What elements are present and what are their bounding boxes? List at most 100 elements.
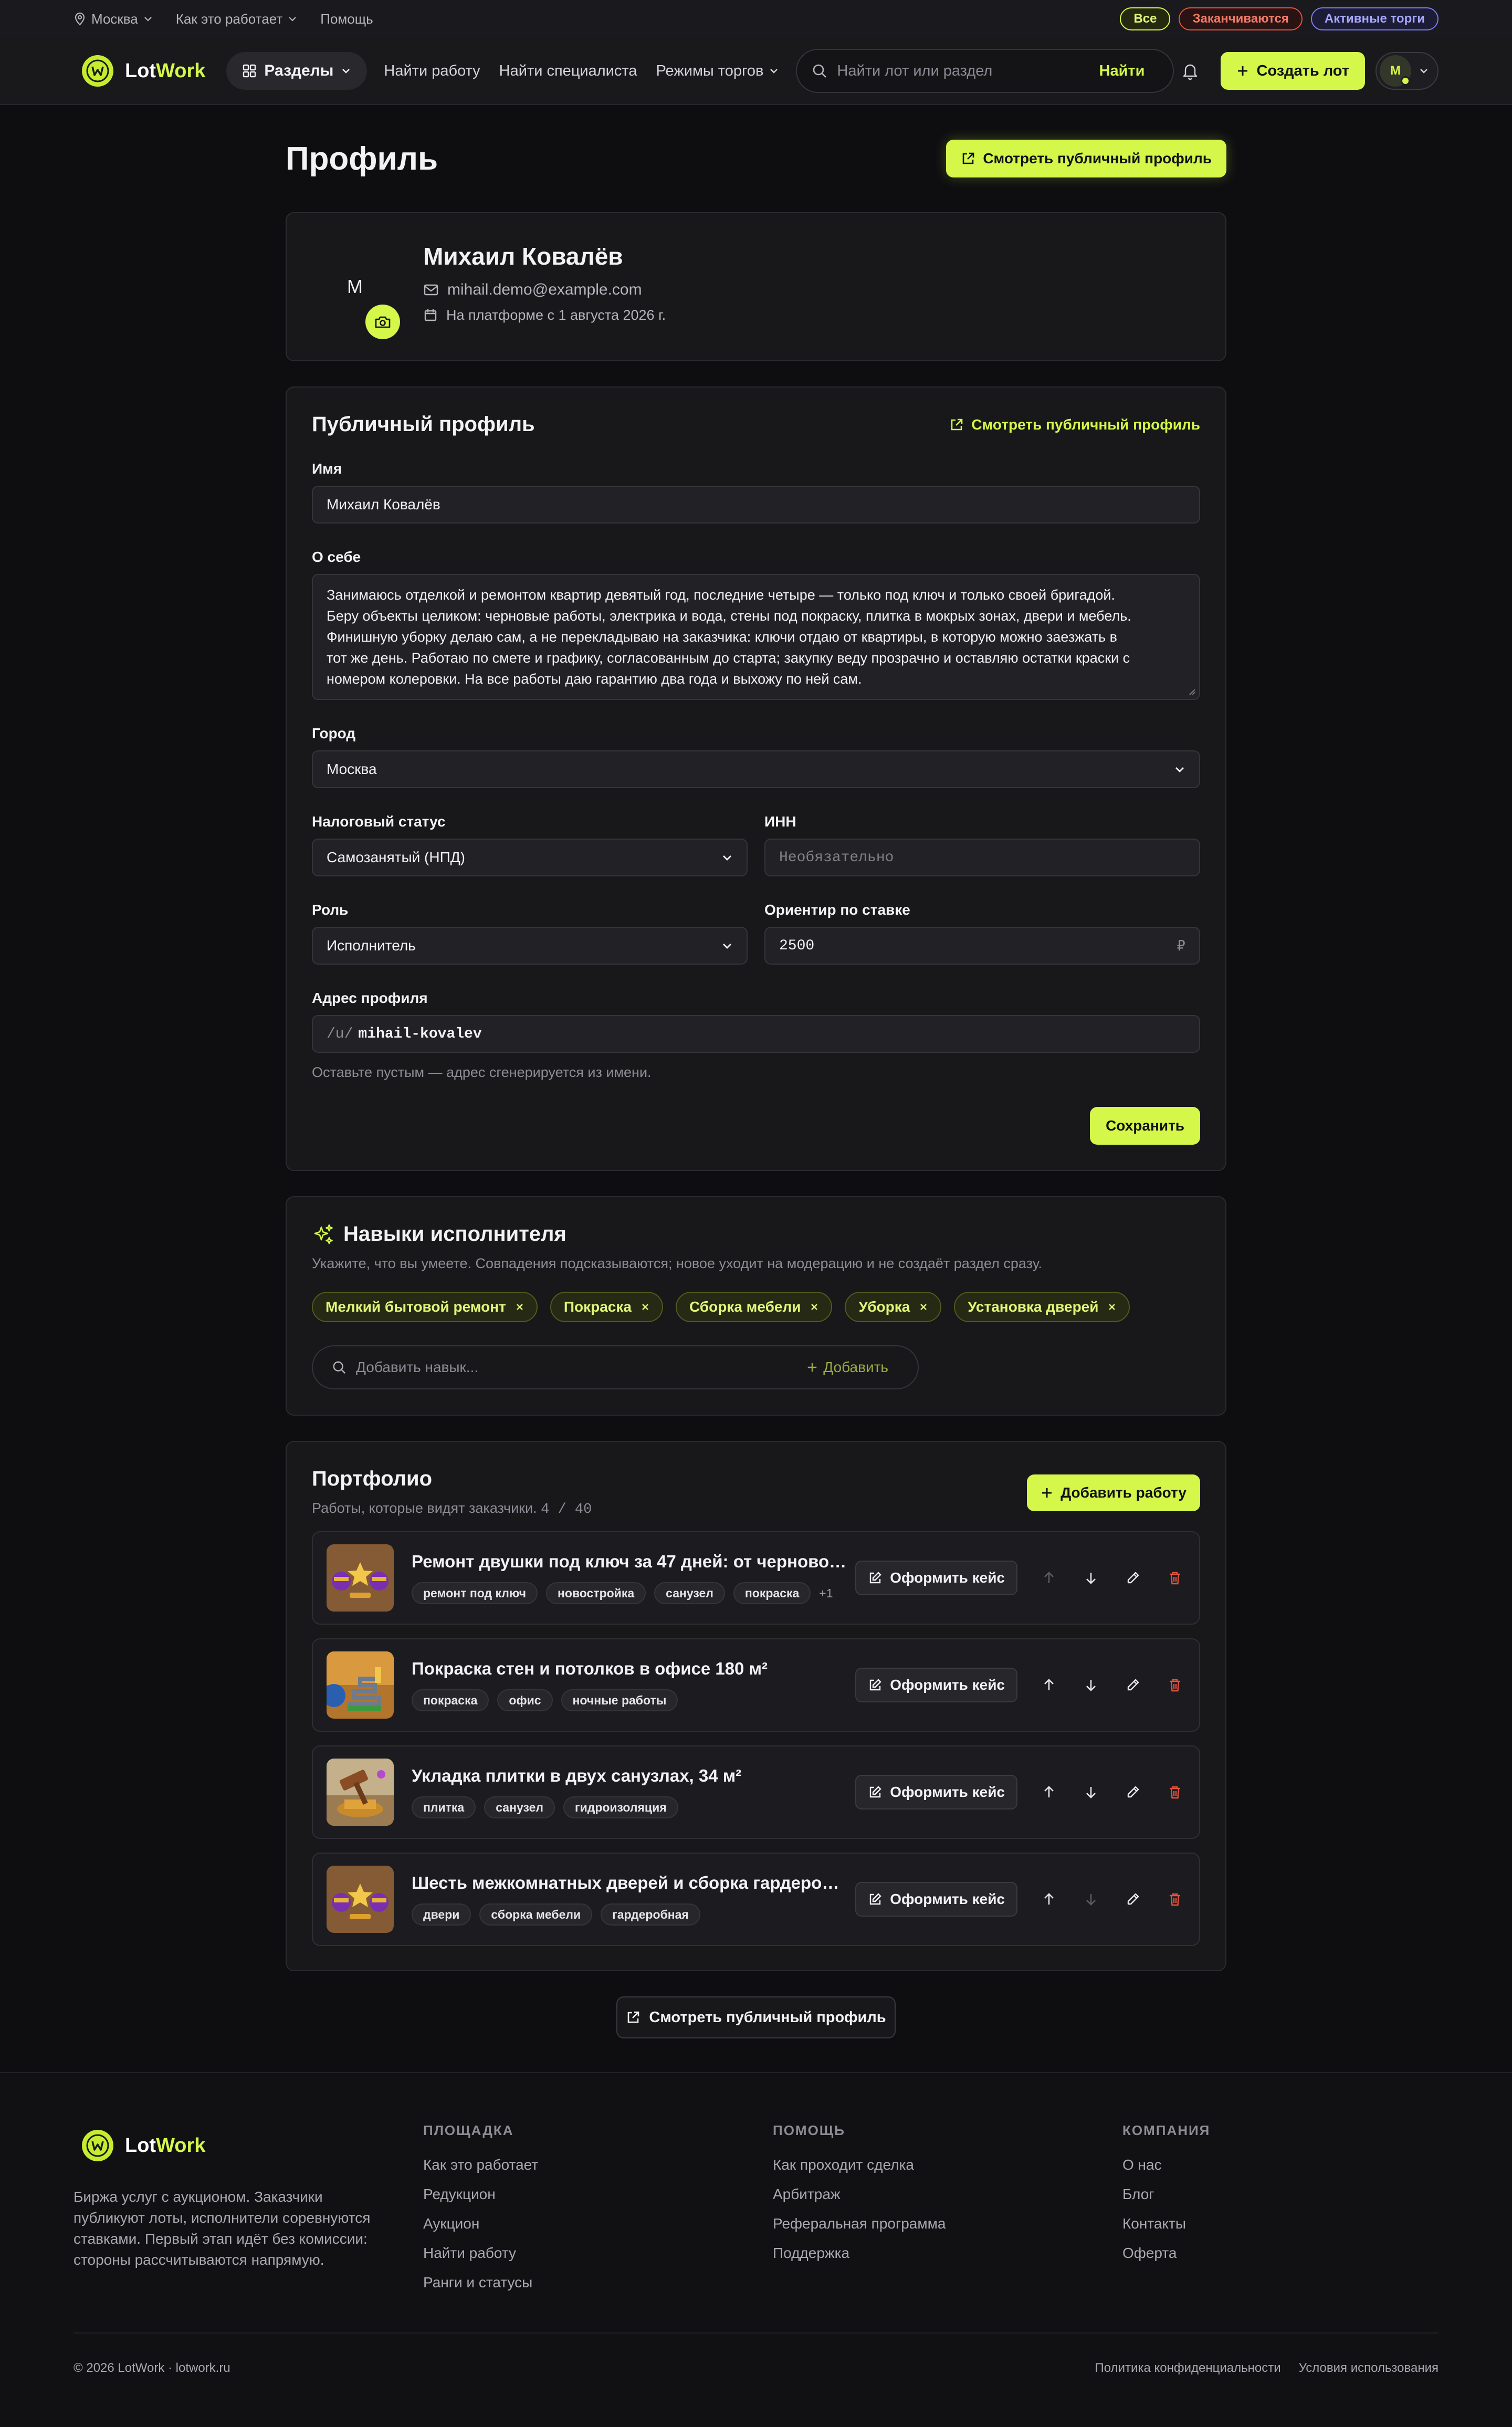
bottom-view-public-profile-button[interactable]: Смотреть публичный профиль [616, 1996, 896, 2038]
portfolio-card: Портфолио Работы, которые видят заказчик… [286, 1441, 1226, 1971]
how-it-works-menu[interactable]: Как это работает [176, 11, 297, 27]
portfolio-item[interactable]: Ремонт двушки под ключ за 47 дней: от че… [312, 1531, 1200, 1625]
footer-link[interactable]: Оферта [1122, 2245, 1210, 2274]
make-case-button[interactable]: Оформить кейс [855, 1882, 1017, 1917]
view-public-profile-button[interactable]: Смотреть публичный профиль [946, 140, 1226, 177]
trash-icon[interactable] [1168, 1892, 1182, 1907]
footer-link[interactable]: Поддержка [773, 2245, 946, 2274]
arrow-up-icon[interactable] [1042, 1892, 1056, 1907]
create-lot-button[interactable]: Создать лот [1221, 52, 1365, 90]
bell-icon[interactable] [1181, 61, 1200, 80]
work-tag: гардеробная [601, 1903, 700, 1926]
address-field[interactable]: /u/ mihail-kovalev [312, 1015, 1200, 1053]
skill-chip-label: Мелкий бытовой ремонт [326, 1299, 506, 1315]
portfolio-item[interactable]: Покраска стен и потолков в офисе 180 м² … [312, 1638, 1200, 1732]
nav-find-specialist[interactable]: Найти специалиста [499, 62, 637, 80]
pencil-icon[interactable] [1126, 1571, 1140, 1585]
footer-link[interactable]: Блог [1122, 2186, 1210, 2215]
privacy-link[interactable]: Политика конфиденциальности [1095, 2361, 1281, 2376]
footer-link[interactable]: Как проходит сделка [773, 2157, 946, 2186]
sections-button[interactable]: Разделы [226, 52, 368, 90]
work-tag: санузел [654, 1582, 725, 1604]
sparkles-icon [314, 1224, 333, 1244]
footer-col-platform: ПЛОЩАДКА Как это работает Редукцион Аукц… [423, 2122, 538, 2304]
arrow-up-icon[interactable] [1042, 1678, 1056, 1692]
add-work-button[interactable]: Добавить работу [1027, 1474, 1200, 1511]
arrow-down-icon[interactable] [1084, 1785, 1098, 1800]
chevron-down-icon [723, 944, 731, 949]
arrow-up-icon[interactable] [1042, 1571, 1056, 1585]
footer-link[interactable]: Как это работает [423, 2157, 538, 2186]
footer: LotWork Биржа услуг с аукционом. Заказчи… [0, 2072, 1512, 2427]
close-icon[interactable] [919, 1303, 928, 1311]
logo-mark-icon [82, 55, 113, 87]
about-textarea[interactable]: Занимаюсь отделкой и ремонтом квартир де… [312, 574, 1200, 700]
user-menu[interactable]: M [1376, 52, 1438, 90]
pencil-icon[interactable] [1126, 1892, 1140, 1907]
profile-avatar[interactable]: M [320, 252, 400, 339]
search-input[interactable]: Найти лот или раздел [837, 62, 1089, 80]
filter-all[interactable]: Все [1120, 7, 1171, 30]
arrow-up-icon[interactable] [1042, 1785, 1056, 1800]
work-title: Ремонт двушки под ключ за 47 дней: от че… [412, 1552, 849, 1571]
role-select[interactable]: Исполнитель [312, 927, 748, 965]
make-case-button[interactable]: Оформить кейс [855, 1668, 1017, 1702]
footer-link[interactable]: Контакты [1122, 2215, 1210, 2245]
filter-ending[interactable]: Заканчиваются [1179, 7, 1303, 30]
city-selector[interactable]: Москва [74, 11, 153, 27]
footer-link[interactable]: Найти работу [423, 2245, 538, 2274]
view-public-profile-link[interactable]: Смотреть публичный профиль [949, 416, 1200, 433]
city-select[interactable]: Москва [312, 750, 1200, 788]
footer-col-title: КОМПАНИЯ [1122, 2122, 1211, 2138]
filter-active[interactable]: Активные торги [1310, 7, 1438, 30]
arrow-down-icon[interactable] [1084, 1678, 1098, 1692]
nav-find-work[interactable]: Найти работу [384, 62, 480, 80]
close-icon[interactable] [641, 1303, 649, 1311]
more-tags-count: +1 [819, 1586, 833, 1600]
pencil-icon[interactable] [1126, 1678, 1140, 1692]
footer-link[interactable]: Редукцион [423, 2186, 538, 2215]
how-it-works-label: Как это работает [175, 11, 283, 27]
arrow-down-icon[interactable] [1084, 1571, 1098, 1585]
about-line: Занимаюсь отделкой и ремонтом квартир де… [327, 587, 1115, 603]
terms-link[interactable]: Условия использования [1299, 2361, 1438, 2376]
help-link[interactable]: Помощь [320, 11, 373, 27]
trash-icon[interactable] [1168, 1678, 1182, 1692]
footer-link[interactable]: Аукцион [423, 2215, 538, 2245]
save-button[interactable]: Сохранить [1090, 1107, 1200, 1145]
make-case-button[interactable]: Оформить кейс [855, 1775, 1017, 1809]
add-skill-button[interactable]: Добавить [806, 1359, 899, 1376]
currency-symbol: ₽ [1177, 938, 1185, 955]
close-icon[interactable] [1108, 1303, 1116, 1311]
trash-icon[interactable] [1168, 1571, 1182, 1585]
address-prefix: /u/ [327, 1026, 353, 1042]
skills-card: Навыки исполнителя Укажите, что вы умеет… [286, 1196, 1226, 1416]
footer-link[interactable]: Ранги и статусы [423, 2274, 538, 2304]
trade-modes-label: Режимы торгов [656, 62, 764, 79]
work-tag: двери [412, 1903, 471, 1926]
footer-link[interactable]: О нас [1122, 2157, 1210, 2186]
search-icon [333, 1361, 346, 1374]
tax-status-select[interactable]: Самозанятый (НПД) [312, 839, 748, 876]
make-case-button[interactable]: Оформить кейс [855, 1561, 1017, 1595]
change-photo-button[interactable] [365, 305, 400, 339]
footer-link[interactable]: Арбитраж [773, 2186, 946, 2215]
resize-handle-icon[interactable] [1186, 686, 1196, 696]
trash-icon[interactable] [1168, 1785, 1182, 1800]
nav-trade-modes[interactable]: Режимы торгов [656, 62, 779, 80]
search-button[interactable]: Найти [1099, 62, 1159, 80]
brand-logo[interactable]: LotWork [82, 55, 205, 87]
portfolio-item[interactable]: Укладка плитки в двух санузлах, 34 м² пл… [312, 1745, 1200, 1839]
name-field[interactable]: Михаил Ковалёв [312, 486, 1200, 524]
top-strip: Москва Как это работает Помощь Все Закан… [0, 0, 1512, 38]
pencil-icon[interactable] [1126, 1785, 1140, 1800]
arrow-down-icon[interactable] [1084, 1892, 1098, 1907]
add-skill-input[interactable]: Добавить навык... [356, 1359, 797, 1376]
close-icon[interactable] [516, 1303, 524, 1311]
portfolio-item[interactable]: Шесть межкомнатных дверей и сборка гарде… [312, 1853, 1200, 1946]
inn-field[interactable]: Необязательно [764, 839, 1200, 876]
close-icon[interactable] [810, 1303, 818, 1311]
rate-field[interactable]: 2500 ₽ [764, 927, 1200, 965]
footer-logo[interactable]: LotWork [82, 2130, 205, 2161]
footer-link[interactable]: Реферальная программа [773, 2215, 946, 2245]
